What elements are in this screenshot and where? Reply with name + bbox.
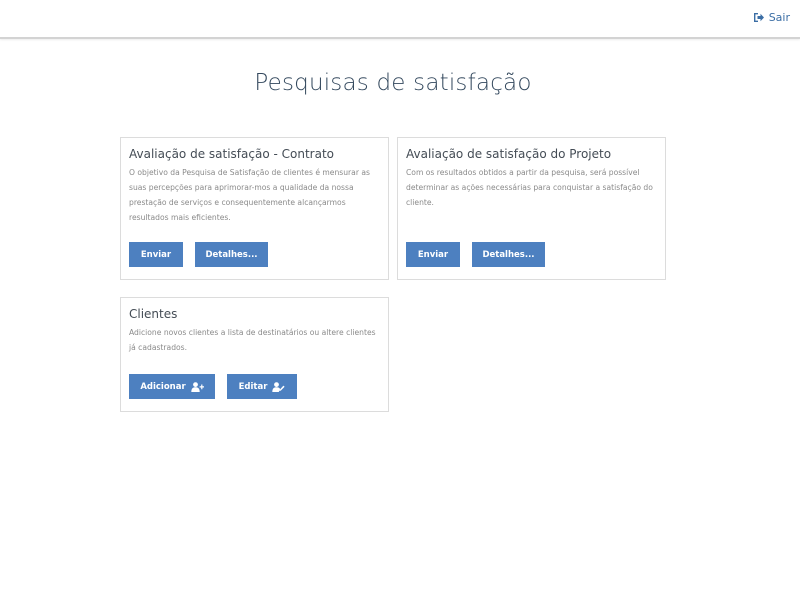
card-title: Avaliação de satisfação do Projeto: [406, 147, 612, 161]
details-button-label: Detalhes...: [205, 249, 258, 260]
send-button[interactable]: Enviar: [129, 242, 183, 267]
send-button-label: Enviar: [417, 249, 449, 260]
details-button[interactable]: Detalhes...: [472, 242, 545, 267]
card-title: Clientes: [129, 307, 178, 321]
top-navbar: Sair: [0, 0, 800, 39]
card-clients: Clientes Adicione novos clientes a lista…: [120, 297, 389, 412]
logout-link[interactable]: Sair: [753, 11, 790, 24]
sign-out-icon: [753, 12, 765, 23]
card-description: O objetivo da Pesquisa de Satisfação de …: [129, 168, 370, 222]
logout-label: Sair: [768, 11, 790, 24]
card-contract-survey: Avaliação de satisfação - Contrato O obj…: [120, 137, 389, 280]
card-description: Adicione novos clientes a lista de desti…: [129, 328, 376, 352]
page-title: Pesquisas de satisfação: [254, 70, 532, 96]
card-description: Com os resultados obtidos a partir da pe…: [406, 168, 653, 207]
user-plus-icon: [190, 381, 204, 392]
card-title: Avaliação de satisfação - Contrato: [129, 147, 334, 161]
user-edit-icon: [272, 381, 285, 392]
card-project-survey: Avaliação de satisfação do Projeto Com o…: [397, 137, 666, 280]
send-button[interactable]: Enviar: [406, 242, 460, 267]
details-button-label: Detalhes...: [482, 249, 535, 260]
edit-client-button[interactable]: Editar: [227, 374, 297, 399]
details-button[interactable]: Detalhes...: [195, 242, 268, 267]
add-client-button-label: Adicionar: [140, 381, 186, 392]
edit-client-button-label: Editar: [238, 381, 268, 392]
send-button-label: Enviar: [140, 249, 172, 260]
add-client-button[interactable]: Adicionar: [129, 374, 215, 399]
